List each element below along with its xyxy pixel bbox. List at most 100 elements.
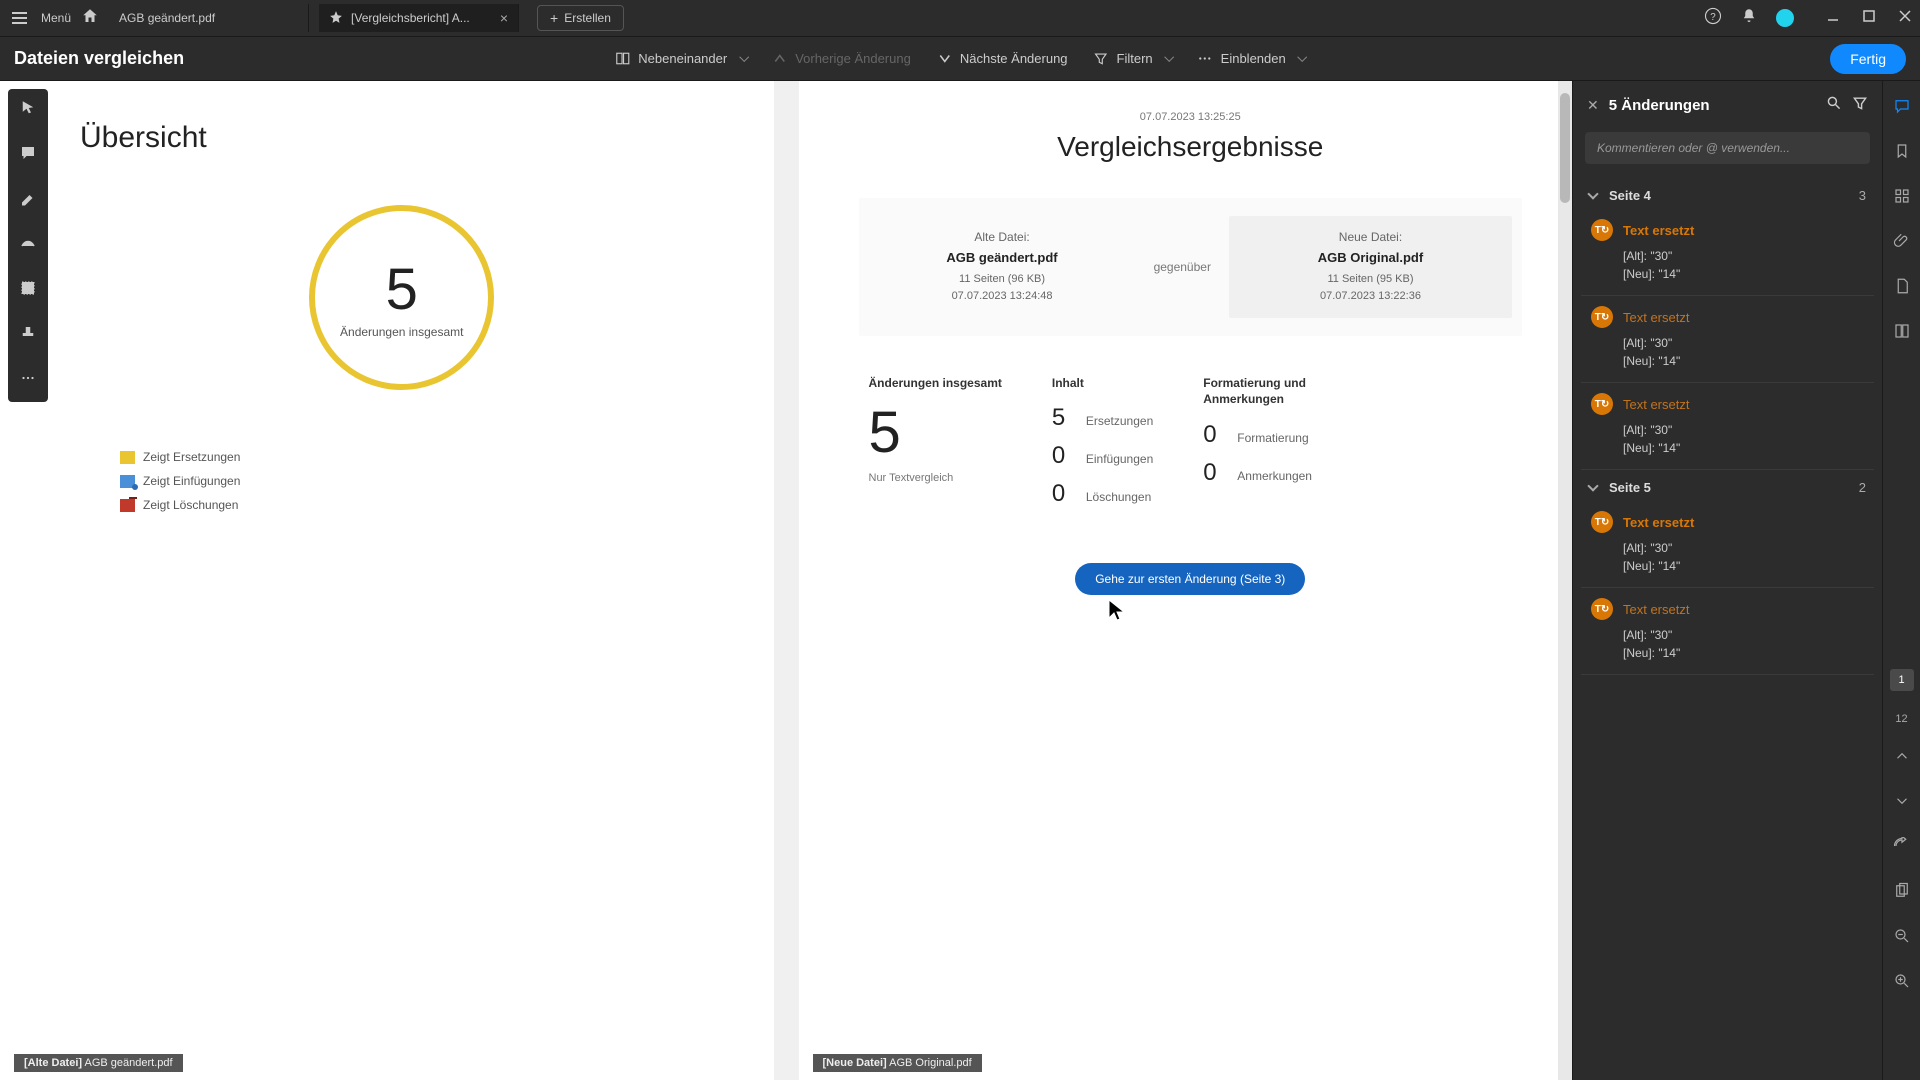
stat-total: Änderungen insgesamt 5 Nur Textvergleich xyxy=(869,376,1002,508)
svg-text:A: A xyxy=(25,284,31,294)
search-icon[interactable] xyxy=(1826,95,1842,116)
changes-count: 5 xyxy=(386,256,418,323)
text-tool-icon[interactable]: A xyxy=(19,279,37,302)
stat-row: 0Einfügungen xyxy=(1052,442,1153,470)
maximize-icon[interactable] xyxy=(1862,9,1876,28)
replace-badge-icon: T↻ xyxy=(1591,393,1613,415)
goto-first-change-button[interactable]: Gehe zur ersten Änderung (Seite 3) xyxy=(1075,563,1305,595)
highlight-tool-icon[interactable] xyxy=(19,189,37,212)
change-item[interactable]: T↻Text ersetzt[Alt]: "30"[Neu]: "14" xyxy=(1581,383,1874,470)
help-icon[interactable]: ? xyxy=(1704,7,1722,30)
show-button[interactable]: Einblenden xyxy=(1198,51,1305,66)
legend-insertions: Zeigt Einfügungen xyxy=(120,474,744,488)
page-total: 12 xyxy=(1895,713,1907,725)
vs-label: gegenüber xyxy=(1136,260,1229,274)
filter-icon[interactable] xyxy=(1852,95,1868,116)
prev-change-button[interactable]: Vorherige Änderung xyxy=(772,51,911,66)
panel-close-icon[interactable]: ✕ xyxy=(1587,97,1599,114)
zoom-out-rail-icon[interactable] xyxy=(1893,927,1911,950)
changes-group-header[interactable]: Seite 43 xyxy=(1581,178,1874,209)
replace-badge-icon: T↻ xyxy=(1591,511,1613,533)
comment-input[interactable]: Kommentieren oder @ verwenden... xyxy=(1585,132,1870,164)
right-icon-rail: 1 12 xyxy=(1882,81,1920,1080)
old-file-info: Alte Datei: AGB geändert.pdf 11 Seiten (… xyxy=(869,230,1136,304)
replace-badge-icon: T↻ xyxy=(1591,306,1613,328)
swatch-blue xyxy=(120,475,135,488)
tab-label: AGB geändert.pdf xyxy=(119,11,215,25)
changes-panel: ✕ 5 Änderungen Kommentieren oder @ verwe… xyxy=(1572,81,1882,1080)
legend: Zeigt Ersetzungen Zeigt Einfügungen Zeig… xyxy=(120,450,744,512)
attachment-rail-icon[interactable] xyxy=(1893,232,1911,255)
change-item[interactable]: T↻Text ersetzt[Alt]: "30"[Neu]: "14" xyxy=(1581,501,1874,588)
page-rail-icon[interactable] xyxy=(1893,277,1911,300)
close-window-icon[interactable] xyxy=(1898,9,1912,28)
changes-circle: 5 Änderungen insgesamt xyxy=(309,205,494,390)
page-indicator[interactable]: 1 xyxy=(1890,669,1914,691)
side-by-side-button[interactable]: Nebeneinander xyxy=(615,51,746,66)
left-toolbar: A xyxy=(8,89,48,402)
minimize-icon[interactable] xyxy=(1826,9,1840,28)
chevron-down-icon xyxy=(1587,480,1598,491)
cursor-tool-icon[interactable] xyxy=(19,99,37,122)
replace-badge-icon: T↻ xyxy=(1591,219,1613,241)
grid-rail-icon[interactable] xyxy=(1893,187,1911,210)
new-file-pane: 07.07.2023 13:25:25 Vergleichsergebnisse… xyxy=(799,81,1573,1080)
done-button[interactable]: Fertig xyxy=(1830,44,1906,74)
replace-badge-icon: T↻ xyxy=(1591,598,1613,620)
swatch-yellow xyxy=(120,451,135,464)
next-change-button[interactable]: Nächste Änderung xyxy=(937,51,1068,66)
results-heading: Vergleichsergebnisse xyxy=(859,131,1523,163)
stat-row: 5Ersetzungen xyxy=(1052,404,1153,432)
change-item[interactable]: T↻Text ersetzt[Alt]: "30"[Neu]: "14" xyxy=(1581,209,1874,296)
comments-rail-icon[interactable] xyxy=(1893,97,1911,120)
draw-tool-icon[interactable] xyxy=(19,234,37,257)
bell-icon[interactable] xyxy=(1740,7,1758,30)
refresh-rail-icon[interactable] xyxy=(1893,837,1911,860)
stamp-tool-icon[interactable] xyxy=(19,324,37,347)
svg-text:?: ? xyxy=(1710,11,1716,22)
close-icon[interactable]: × xyxy=(500,10,508,26)
titlebar: Menü AGB geändert.pdf [Vergleichsbericht… xyxy=(0,0,1920,37)
overview-heading: Übersicht xyxy=(80,121,744,155)
comment-tool-icon[interactable] xyxy=(19,144,37,167)
stat-row: 0Anmerkungen xyxy=(1203,459,1343,487)
legend-replacements: Zeigt Ersetzungen xyxy=(120,450,744,464)
filter-button[interactable]: Filtern xyxy=(1094,51,1172,66)
stat-row: 0Formatierung xyxy=(1203,421,1343,449)
old-file-pane: Übersicht 5 Änderungen insgesamt Zeigt E… xyxy=(0,81,799,1080)
legend-deletions: Zeigt Löschungen xyxy=(120,498,744,512)
main: A Übersicht 5 Änderungen insgesamt Zeigt… xyxy=(0,81,1920,1080)
hamburger-menu[interactable] xyxy=(8,8,31,28)
old-file-footer: [Alte Datei] AGB geändert.pdf xyxy=(14,1054,183,1072)
stat-content: Inhalt 5Ersetzungen0Einfügungen0Löschung… xyxy=(1052,376,1153,508)
home-icon[interactable] xyxy=(81,7,99,30)
plus-icon: + xyxy=(550,10,558,26)
compare-rail-icon[interactable] xyxy=(1893,322,1911,345)
create-button[interactable]: +Erstellen xyxy=(537,5,624,31)
new-file-info: Neue Datei: AGB Original.pdf 11 Seiten (… xyxy=(1229,216,1512,318)
tab-label: [Vergleichsbericht] A... xyxy=(351,11,470,25)
menu-label[interactable]: Menü xyxy=(41,11,71,25)
page-title: Dateien vergleichen xyxy=(14,48,184,69)
copy-rail-icon[interactable] xyxy=(1893,882,1911,905)
scrollbar-thumb[interactable] xyxy=(1560,93,1570,203)
chevron-down-icon xyxy=(1587,188,1598,199)
file-compare-box: Alte Datei: AGB geändert.pdf 11 Seiten (… xyxy=(859,198,1523,336)
document-area: Übersicht 5 Änderungen insgesamt Zeigt E… xyxy=(0,81,1572,1080)
avatar[interactable] xyxy=(1776,9,1794,27)
chevron-down-rail-icon[interactable] xyxy=(1893,792,1911,815)
stat-format: Formatierung und Anmerkungen 0Formatieru… xyxy=(1203,376,1343,508)
change-item[interactable]: T↻Text ersetzt[Alt]: "30"[Neu]: "14" xyxy=(1581,588,1874,675)
changes-group-header[interactable]: Seite 52 xyxy=(1581,470,1874,501)
bookmark-rail-icon[interactable] xyxy=(1893,142,1911,165)
toolbar: Dateien vergleichen Nebeneinander Vorher… xyxy=(0,37,1920,81)
tab-file-1[interactable]: AGB geändert.pdf xyxy=(109,4,309,32)
scrollbar-vertical[interactable] xyxy=(1558,81,1572,1080)
zoom-in-rail-icon[interactable] xyxy=(1893,972,1911,995)
change-item[interactable]: T↻Text ersetzt[Alt]: "30"[Neu]: "14" xyxy=(1581,296,1874,383)
chevron-up-rail-icon[interactable] xyxy=(1893,747,1911,770)
more-tools-icon[interactable] xyxy=(19,369,37,392)
star-icon xyxy=(329,10,343,27)
tab-file-2[interactable]: [Vergleichsbericht] A... × xyxy=(319,4,519,32)
changes-list: Seite 43T↻Text ersetzt[Alt]: "30"[Neu]: … xyxy=(1573,178,1882,1080)
